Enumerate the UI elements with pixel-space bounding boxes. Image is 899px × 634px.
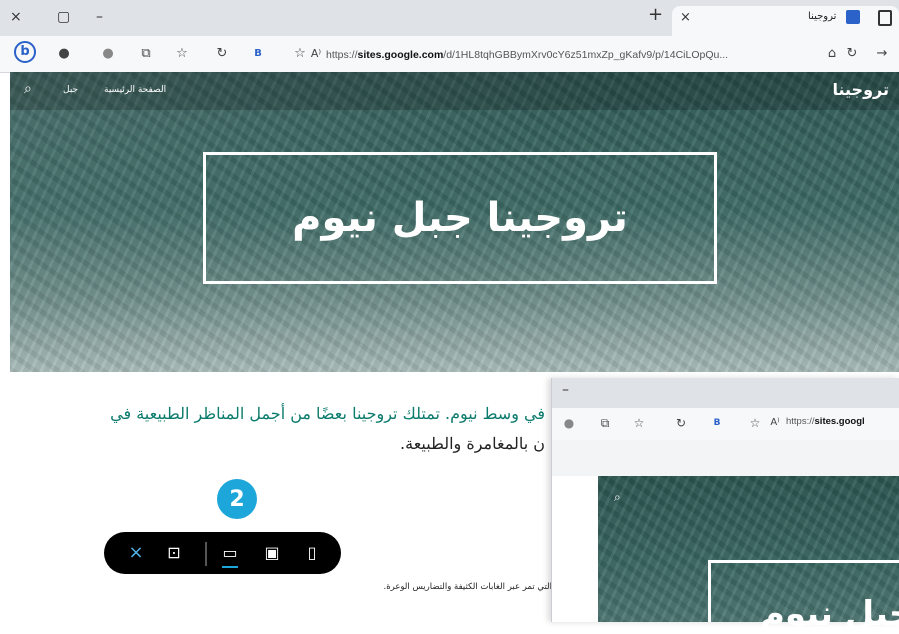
close-preview-icon[interactable]: × [126, 543, 146, 563]
hero-title: تروجينا جبل نيوم [292, 195, 628, 241]
search-icon[interactable]: ⌕ [24, 81, 32, 97]
preview-read-aloud-icon[interactable]: A⁾ [766, 415, 784, 431]
new-tab-button[interactable]: + [648, 6, 663, 24]
refresh-icon[interactable]: ↻ [212, 45, 232, 63]
preview-collections-icon[interactable]: ⧉ [596, 415, 614, 431]
phone-view-icon[interactable]: ▯ [302, 543, 322, 563]
nav-home[interactable]: الصفحة الرئيسية [104, 85, 166, 95]
hero-title-box: تروجينا جبل نيوم [203, 152, 717, 284]
window-close-button[interactable]: × [10, 8, 22, 26]
site-favicon-icon [846, 10, 860, 24]
extensions-icon[interactable]: ● [54, 45, 74, 63]
forward-icon[interactable]: → [872, 45, 892, 63]
preview-window-titlebar [552, 378, 899, 408]
toolbar-separator [205, 542, 207, 566]
preview-page-margin [552, 440, 899, 476]
lock-icon[interactable]: ⌂ [822, 45, 842, 63]
step-callout-badge: 2 [217, 479, 257, 519]
preview-favorites-icon[interactable]: ☆ [630, 415, 648, 431]
preview-url-prefix: https:// [786, 416, 815, 427]
url-domain: sites.google.com [357, 49, 444, 61]
comment-icon[interactable]: ⊡ [164, 543, 184, 563]
footer-text: التي تمر عبر الغابات الكثيفة والتضاريس ا… [383, 582, 553, 592]
preview-bold-extension-icon[interactable]: B [708, 415, 726, 431]
tablet-view-icon[interactable]: ▣ [262, 543, 282, 563]
url-path: /d/1HL8tqhGBBymXrv0cY6z51mxZp_gKafv9/p/1… [443, 49, 729, 61]
nav-mountain[interactable]: جبل [63, 85, 78, 95]
site-brand[interactable]: تروجينا [832, 80, 889, 99]
window-minimize-button[interactable]: – [96, 8, 103, 26]
preview-url-domain: sites.googl [814, 416, 865, 427]
tab-close-button[interactable]: × [680, 9, 691, 27]
desktop-selected-indicator [222, 566, 238, 568]
profile-avatar-icon[interactable]: ● [98, 45, 118, 63]
intro-paragraph: في وسط نيوم. تمتلك تروجينا بعضًا من أجمل… [110, 404, 545, 423]
tab-title: تروجينا [808, 11, 837, 22]
step-number: 2 [229, 486, 245, 512]
read-aloud-icon[interactable]: A⁾ [306, 45, 326, 63]
desktop-view-icon[interactable]: ▭ [220, 543, 240, 563]
preview-hero-title: جبل نيوم [760, 594, 899, 634]
reload-icon[interactable]: ↻ [842, 45, 862, 63]
collections-icon[interactable]: ⧉ [136, 45, 156, 63]
bing-icon[interactable]: b [14, 41, 36, 63]
preview-url-field[interactable]: https://sites.googl [786, 416, 865, 427]
browser-tab[interactable] [672, 6, 899, 36]
url-field[interactable]: https://sites.google.com/d/1HL8tqhGBBymX… [326, 46, 812, 64]
preview-minimize-button[interactable]: – [562, 382, 569, 398]
tab-actions-icon[interactable] [878, 10, 892, 26]
intro-paragraph-line2: ن بالمغامرة والطبيعة. [400, 434, 545, 453]
preview-refresh-icon[interactable]: ↻ [672, 415, 690, 431]
preview-search-icon[interactable]: ⌕ [614, 490, 621, 505]
window-restore-button[interactable]: ▢ [57, 8, 70, 26]
preview-add-favorite-icon[interactable]: ☆ [746, 415, 764, 431]
bold-extension-icon[interactable]: B [248, 45, 268, 63]
preview-profile-avatar-icon[interactable]: ● [560, 415, 578, 431]
favorites-icon[interactable]: ☆ [172, 45, 192, 63]
url-prefix: https:// [326, 49, 358, 61]
